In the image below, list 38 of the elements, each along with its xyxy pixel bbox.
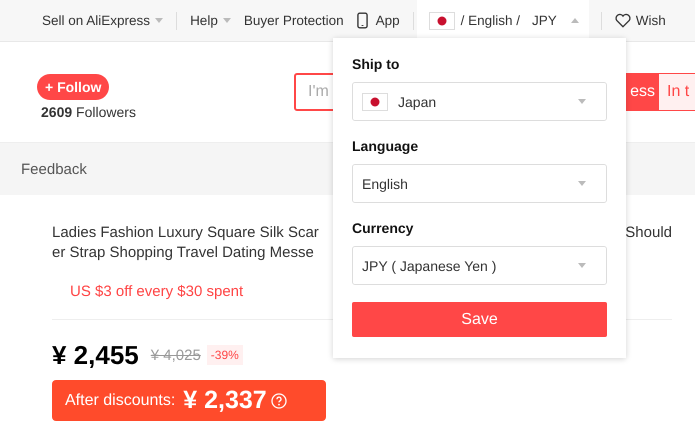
wishlist-link[interactable]: Wish: [614, 13, 666, 28]
nav-dropdown[interactable]: Help: [190, 13, 231, 28]
phone-icon: [356, 12, 368, 29]
caret-icon: [570, 18, 579, 23]
after-discount-label: After discounts:: [65, 392, 176, 410]
price: ¥ 2,455: [52, 340, 139, 370]
caret-icon: [578, 99, 586, 104]
field-label: Ship to: [352, 56, 400, 72]
flag-icon: [428, 12, 455, 30]
currency-label: JPY: [532, 13, 557, 28]
language-label: / English /: [460, 13, 520, 28]
nav-link[interactable]: Buyer Protection: [244, 13, 344, 28]
field-label: Language: [352, 138, 420, 154]
flag-icon: [362, 92, 388, 110]
select-value: English: [362, 176, 409, 192]
discount-badge: -39%: [206, 345, 243, 365]
currency-select[interactable]: JPY ( Japanese Yen ): [352, 246, 607, 285]
after-discount-price: ¥ 2,337: [183, 386, 267, 415]
caret-icon: [222, 18, 231, 23]
caret-icon: [578, 181, 586, 186]
select-value: Japan: [398, 94, 438, 110]
country-select[interactable]: Japan: [352, 82, 607, 121]
heart-icon: [614, 13, 631, 28]
help-icon[interactable]: [270, 392, 287, 408]
product-title: Should: [625, 223, 672, 243]
caret-icon: [155, 18, 164, 23]
nav-dropdown[interactable]: Sell on AliExpress: [42, 13, 164, 28]
field-label: Currency: [352, 220, 414, 236]
product-title: er Strap Shopping Travel Dating Messe: [52, 243, 315, 263]
app-link[interactable]: App: [356, 12, 400, 29]
feedback-tab[interactable]: Feedback: [21, 160, 87, 178]
promo-text: US $3 off every $30 spent: [70, 283, 244, 300]
followers-count: 2609 Followers: [40, 104, 136, 120]
select-value: JPY ( Japanese Yen ): [362, 258, 498, 274]
original-price: ¥ 4,025: [150, 346, 201, 364]
language-select[interactable]: English: [352, 164, 607, 203]
product-title: Ladies Fashion Luxury Square Silk Scar: [52, 223, 319, 243]
caret-icon: [578, 263, 586, 268]
